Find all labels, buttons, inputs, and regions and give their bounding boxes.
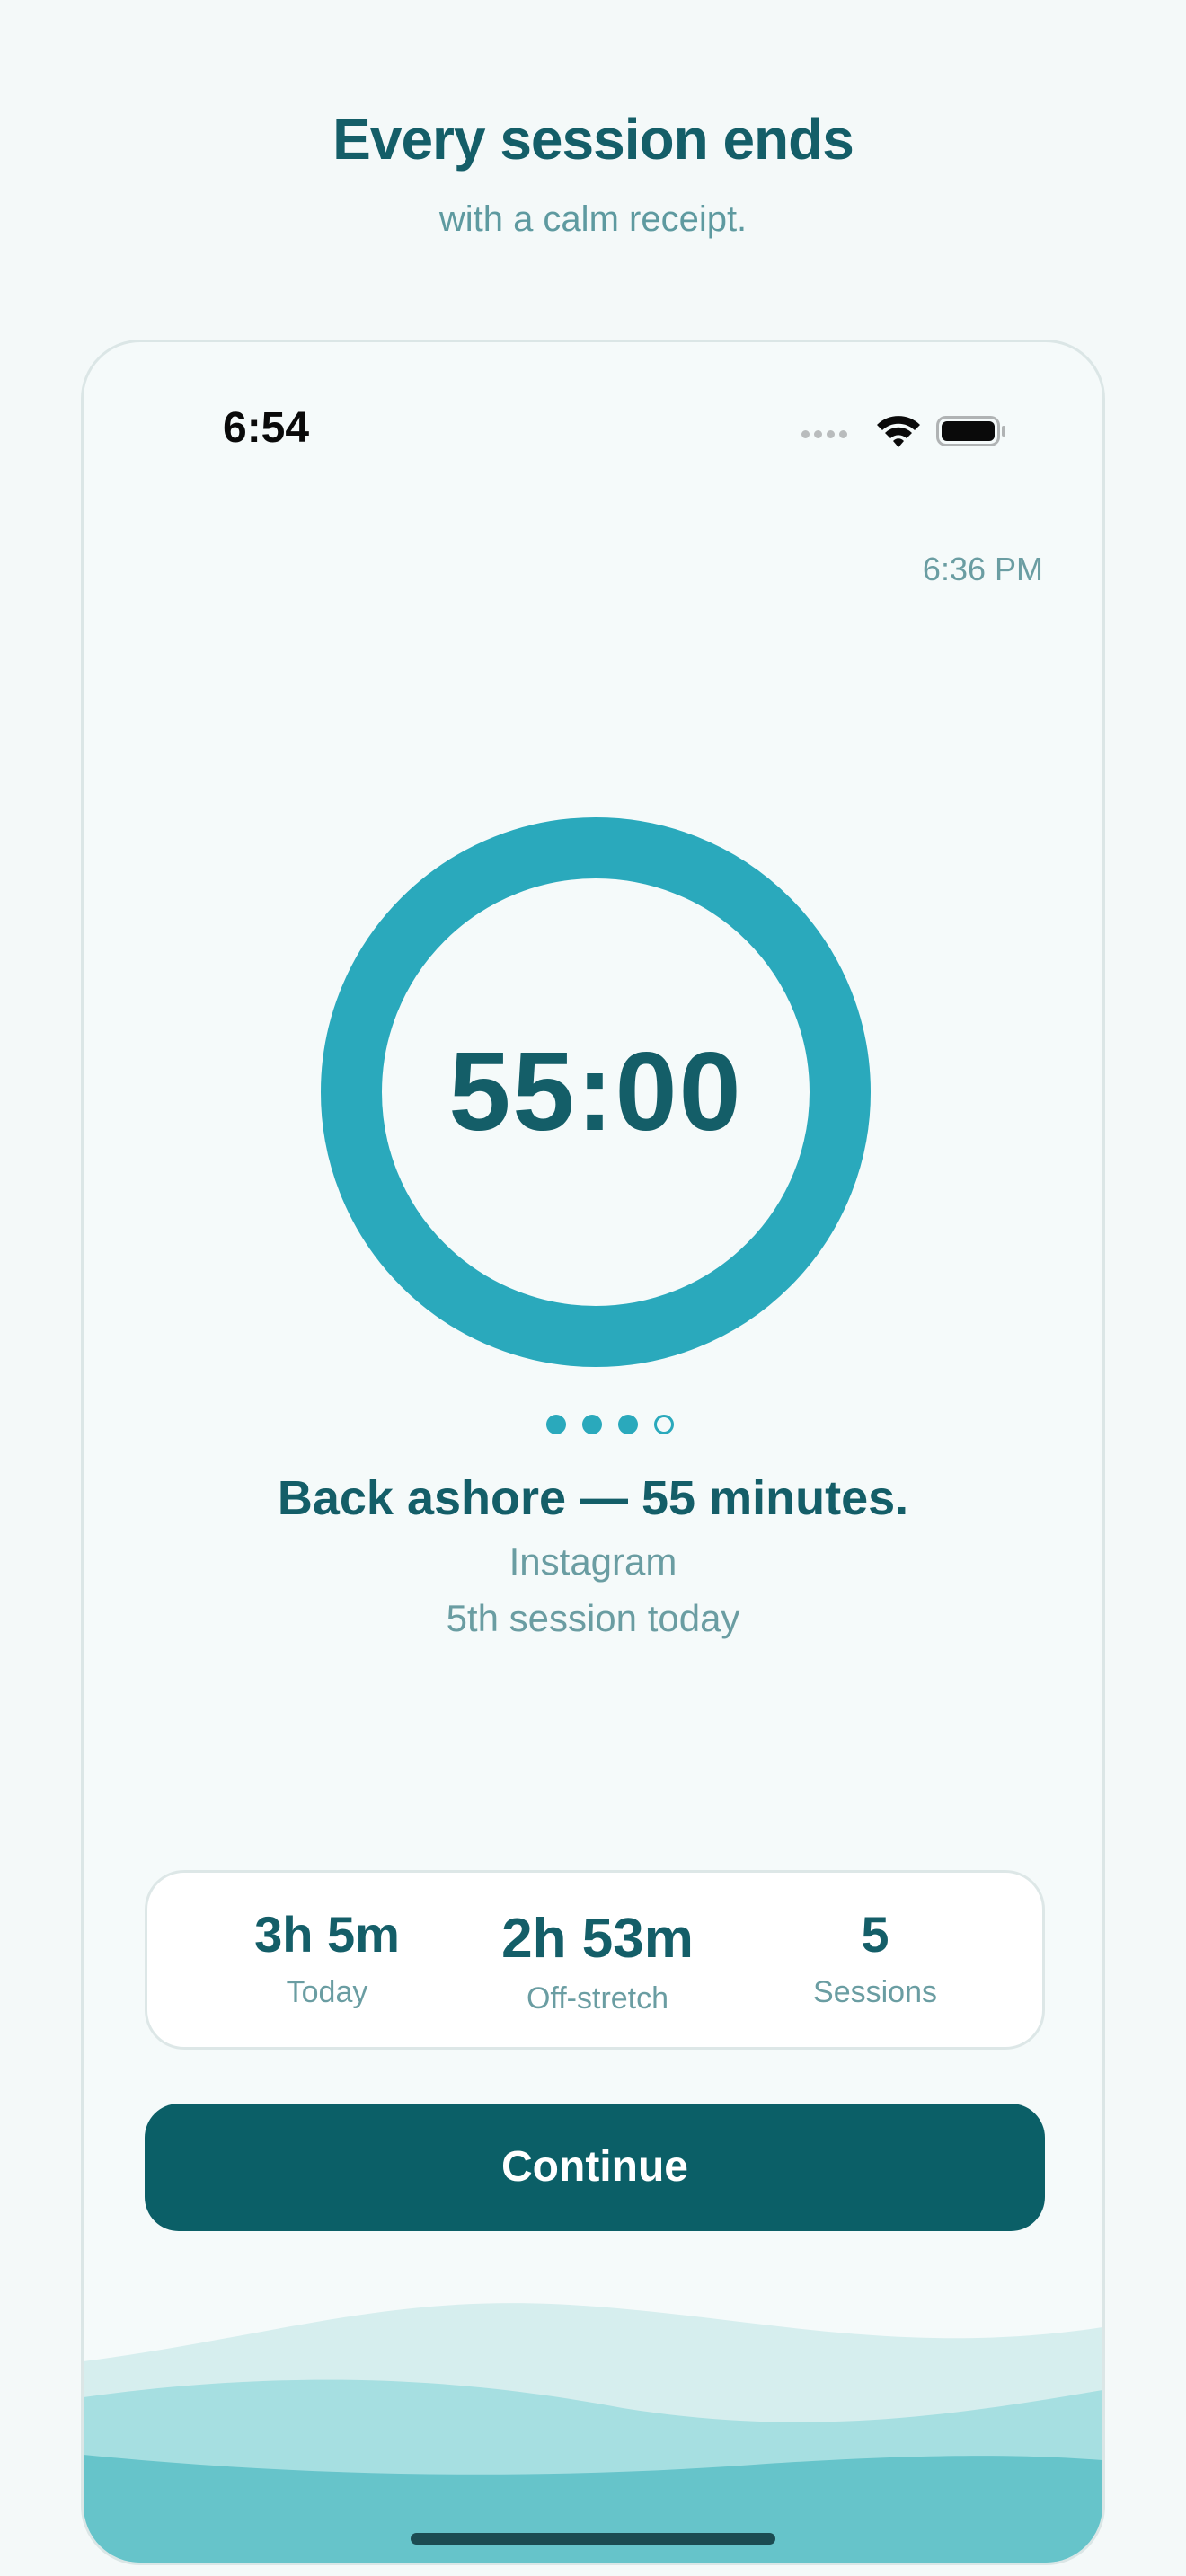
page-dot-filled bbox=[582, 1415, 602, 1434]
signal-dots-icon bbox=[801, 430, 855, 439]
page-indicator bbox=[524, 1413, 674, 1440]
stats-card: 3h 5m Today 2h 53m Off-stretch 5 Session… bbox=[145, 1870, 1045, 2050]
timer-display: 55:00 bbox=[448, 1030, 743, 1154]
session-app-name: Instagram bbox=[509, 1540, 677, 1583]
marketing-headline: Every session ends bbox=[332, 107, 854, 172]
screen: Every session ends with a calm receipt. … bbox=[0, 0, 1186, 2576]
home-indicator[interactable] bbox=[411, 2533, 775, 2545]
stat-label: Sessions bbox=[813, 1975, 937, 2009]
continue-button[interactable]: Continue bbox=[145, 2104, 1045, 2231]
page-dot-filled bbox=[618, 1415, 638, 1434]
marketing-subheadline: with a calm receipt. bbox=[438, 199, 748, 239]
stat-label: Today bbox=[286, 1975, 368, 2009]
status-bar-time: 6:54 bbox=[223, 404, 310, 452]
battery-icon bbox=[936, 416, 1005, 446]
session-clock-time: 6:36 PM bbox=[922, 551, 1043, 587]
page-dot-filled bbox=[546, 1415, 566, 1434]
status-bar-icons bbox=[801, 410, 1017, 450]
session-count-note: 5th session today bbox=[446, 1597, 740, 1639]
stat-label: Off-stretch bbox=[526, 1981, 669, 2016]
page-dot-empty bbox=[654, 1415, 674, 1434]
stat-value: 3h 5m bbox=[254, 1906, 400, 1963]
stat-value: 5 bbox=[861, 1906, 890, 1963]
wifi-icon bbox=[877, 416, 920, 447]
session-message: Back ashore — 55 minutes. bbox=[277, 1471, 909, 1525]
wave-decoration bbox=[84, 2303, 1102, 2563]
stat-value: 2h 53m bbox=[501, 1908, 694, 1970]
phone-frame: 6:54 6:36 PM 55:00 Back ashore — 55 minu… bbox=[81, 340, 1105, 2565]
